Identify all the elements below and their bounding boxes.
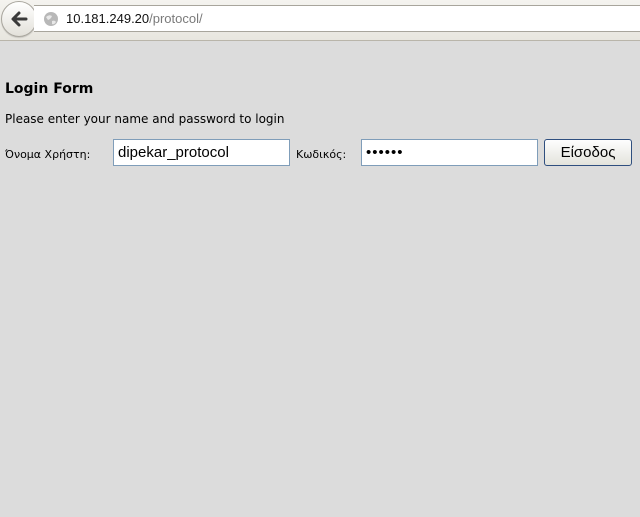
url-host: 10.181.249.20 (66, 11, 150, 26)
username-label: Όνομα Χρήστη: (5, 148, 91, 161)
url-path: /protocol/ (149, 11, 203, 26)
page-content: Login Form Please enter your name and pa… (0, 41, 640, 517)
password-label: Κωδικός: (296, 148, 347, 161)
back-arrow-icon (11, 11, 28, 27)
password-input[interactable] (361, 139, 538, 166)
globe-icon (44, 12, 58, 26)
back-button[interactable] (1, 1, 37, 37)
username-input[interactable] (113, 139, 290, 166)
address-bar[interactable]: 10.181.249.20/protocol/ (34, 5, 640, 32)
form-subtitle: Please enter your name and password to l… (5, 112, 285, 126)
url-text: 10.181.249.20/protocol/ (66, 11, 203, 26)
login-button[interactable]: Είσοδος (544, 139, 632, 166)
browser-toolbar: 10.181.249.20/protocol/ (0, 0, 640, 41)
form-title: Login Form (5, 81, 94, 97)
